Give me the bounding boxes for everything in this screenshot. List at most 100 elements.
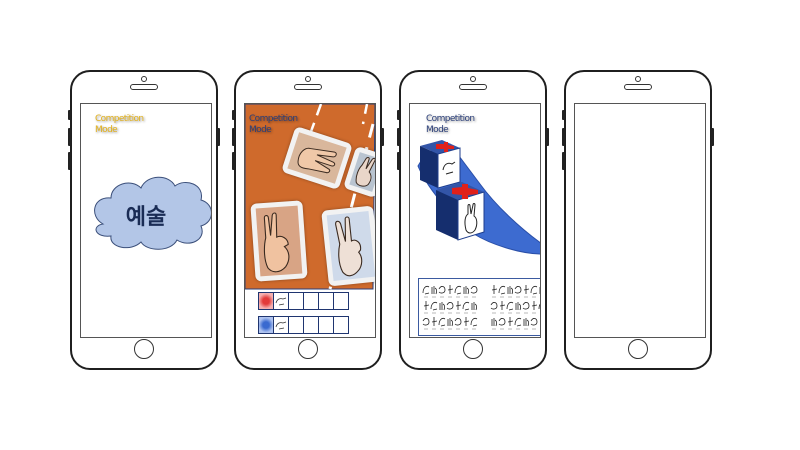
player-1-avatar-cell (258, 292, 274, 310)
sign-alphabet-glyphs (422, 285, 540, 330)
hand-sign-glyph (447, 318, 454, 327)
speaker-grille (624, 84, 652, 90)
sign-card[interactable] (321, 205, 375, 287)
empty-slot (303, 292, 319, 310)
hand-sign-glyph (463, 317, 470, 326)
volume-down-button (232, 152, 235, 170)
hand-sign-glyph (522, 302, 530, 310)
hand-sign-glyph (463, 286, 470, 295)
hand-sign-glyph (454, 318, 462, 326)
volume-up-button (397, 128, 400, 146)
hand-sign-glyph (491, 285, 498, 294)
hand-sign-glyph (499, 301, 506, 310)
hand-sign-glyph (455, 301, 462, 310)
hand-sign-icon (297, 147, 337, 174)
hand-sign-glyph (462, 301, 470, 311)
speaker-grille (294, 84, 322, 90)
power-button (217, 128, 220, 146)
home-button[interactable] (628, 339, 648, 359)
dice-cube (436, 182, 485, 241)
hand-sign-glyph (530, 318, 538, 326)
front-camera (141, 76, 147, 82)
sign-card[interactable] (250, 200, 308, 282)
sign-slot (273, 292, 289, 310)
hand-sign-glyph (447, 285, 454, 294)
hand-sign-glyph (470, 286, 478, 294)
phone-3: Competition Mode (397, 70, 549, 370)
side-button (562, 110, 565, 120)
hand-sign-glyph (423, 301, 430, 310)
home-button[interactable] (298, 339, 318, 359)
hand-sign-glyph (523, 318, 530, 327)
empty-slot (318, 316, 334, 334)
phone-1: Competition Mode 예술 (68, 70, 220, 370)
hand-sign-glyph (431, 317, 438, 326)
volume-up-button (68, 128, 71, 146)
hand-sign-glyph (430, 301, 438, 311)
hand-sign-icon (335, 216, 363, 277)
hand-sign-glyph (514, 286, 522, 294)
hand-sign-icon (355, 156, 375, 187)
hand-sign-glyph (507, 317, 514, 326)
speaker-grille (459, 84, 487, 90)
phone-screen: Competition Mode (244, 103, 376, 338)
hand-sign-glyph (422, 285, 430, 295)
sign-alphabet-chart[interactable] (418, 278, 540, 336)
hand-sign-glyph (539, 321, 540, 322)
hand-sign-glyph (498, 318, 506, 326)
dice-cube (420, 140, 461, 189)
hand-sign-glyph (454, 285, 462, 295)
hand-sign-glyph (498, 285, 506, 295)
empty-slot (288, 292, 304, 310)
empty-slot (333, 316, 349, 334)
empty-slot (303, 316, 319, 334)
volume-up-button (562, 128, 565, 146)
hand-sign-glyph (507, 286, 514, 295)
cloud-word: 예술 (125, 205, 167, 230)
hand-sign-glyph (506, 301, 514, 311)
hand-sign-glyph (422, 318, 430, 326)
front-camera (470, 76, 476, 82)
phone-screen: Competition Mode (409, 103, 541, 338)
sign-slot (273, 316, 289, 334)
hand-sign-glyph (470, 317, 478, 327)
side-button (397, 110, 400, 120)
hand-sign-glyph (523, 285, 530, 294)
hand-sign-glyph (446, 302, 454, 310)
phone-2: Competition Mode (232, 70, 384, 370)
hand-sign-glyph (514, 317, 522, 327)
volume-down-button (397, 152, 400, 170)
hand-sign-glyph (515, 302, 522, 311)
hand-sign-glyph (530, 285, 538, 295)
hand-sign-glyph (439, 302, 446, 311)
hand-sign-glyph (438, 286, 446, 294)
speaker-grille (130, 84, 158, 90)
empty-slot (333, 292, 349, 310)
hand-sign-glyph (531, 301, 538, 310)
hand-sign-glyph (490, 302, 498, 310)
home-button[interactable] (463, 339, 483, 359)
phone-screen: Competition Mode 예술 (80, 103, 212, 338)
hand-sign-icon (263, 212, 290, 273)
power-button (546, 128, 549, 146)
home-button[interactable] (134, 339, 154, 359)
player-1-score-row (258, 292, 349, 312)
hand-sign-glyph (539, 287, 540, 294)
hand-sign-glyph (538, 303, 540, 310)
phone-screen (574, 103, 706, 338)
player-2-avatar-cell (258, 316, 274, 334)
hand-sign-glyph (491, 318, 498, 327)
hand-sign-glyph (438, 317, 446, 327)
empty-slot (288, 316, 304, 334)
hand-sign-glyph (431, 286, 438, 295)
player-2-score-row (258, 316, 349, 336)
volume-up-button (232, 128, 235, 146)
front-camera (635, 76, 641, 82)
hand-sign-glyph (471, 302, 478, 311)
phone-4 (562, 70, 714, 370)
side-button (68, 110, 71, 120)
volume-down-button (68, 152, 71, 170)
front-camera (305, 76, 311, 82)
power-button (711, 128, 714, 146)
side-button (232, 110, 235, 120)
